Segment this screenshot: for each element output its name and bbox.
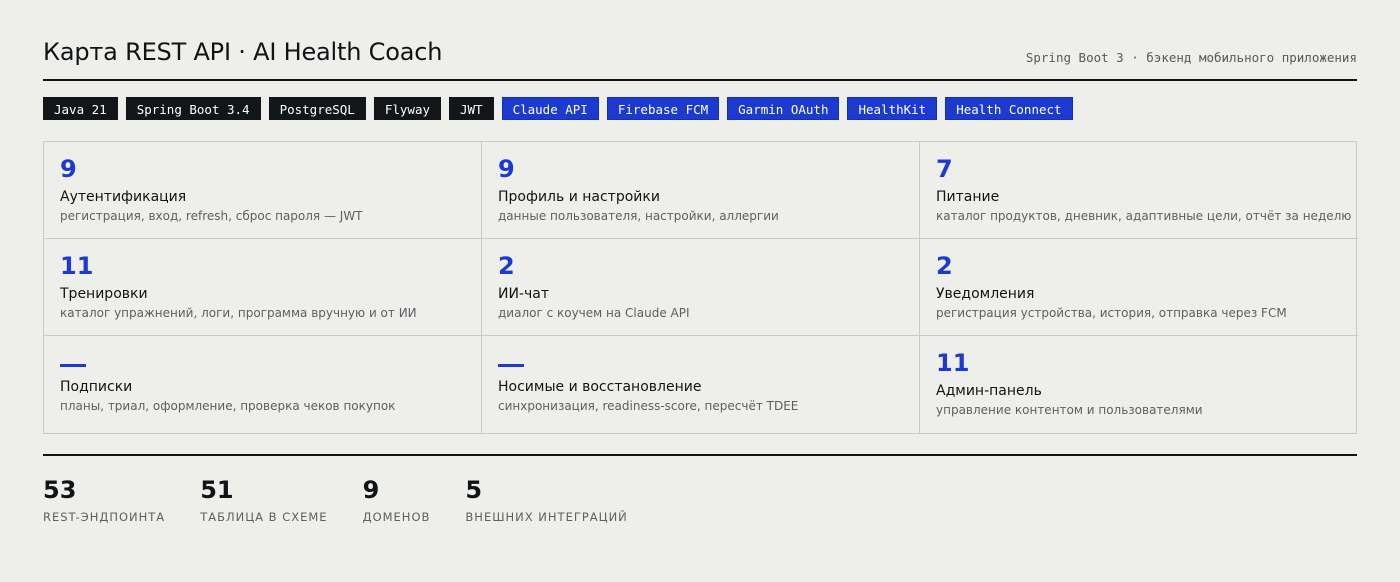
tag-healthkit: HealthKit <box>847 97 938 120</box>
endpoint-count: 2 <box>936 252 953 280</box>
stat-label: внешних интеграций <box>465 510 628 524</box>
domain-title: Тренировки <box>60 286 148 302</box>
pending-count-dash <box>498 364 524 367</box>
domain-description: планы, триал, оформление, проверка чеков… <box>60 399 396 413</box>
stat-tables: 51 таблица в схеме <box>200 476 327 524</box>
stat-label: доменов <box>362 510 431 524</box>
domain-title: Админ-панель <box>936 383 1042 399</box>
domain-card-admin: 11 Админ-панель управление контентом и п… <box>920 336 1358 433</box>
page-subtitle: Spring Boot 3 · бэкенд мобильного прилож… <box>1025 50 1357 65</box>
domain-description: диалог с коучем на Claude API <box>498 306 690 320</box>
domain-description: каталог продуктов, дневник, адаптивные ц… <box>936 209 1352 223</box>
stat-domains: 9 доменов <box>363 476 431 524</box>
domain-title: Носимые и восстановление <box>498 379 702 395</box>
domain-description: синхронизация, readiness-score, пересчёт… <box>498 399 799 413</box>
domain-title: ИИ-чат <box>498 286 550 302</box>
domain-description: регистрация устройства, история, отправк… <box>936 306 1287 320</box>
tech-tags: Java 21 Spring Boot 3.4 PostgreSQL Flywa… <box>43 97 1357 120</box>
stat-label: таблица в схеме <box>200 510 328 524</box>
api-map-page: Карта REST API · AI Health Coach Spring … <box>0 0 1400 582</box>
domain-title: Подписки <box>60 379 133 395</box>
domain-card-wearables: Носимые и восстановление синхронизация, … <box>482 336 920 433</box>
stat-value: 9 <box>362 476 380 504</box>
domain-title: Профиль и настройки <box>498 189 660 205</box>
endpoint-count: 9 <box>60 155 77 183</box>
domain-card-profile: 9 Профиль и настройки данные пользовател… <box>482 142 920 239</box>
stat-value: 5 <box>465 476 483 504</box>
domain-description: данные пользователя, настройки, аллергии <box>498 209 779 223</box>
page-title: Карта REST API · AI Health Coach <box>43 38 443 66</box>
endpoint-count: 7 <box>936 155 953 183</box>
domain-grid: 9 Аутентификация регистрация, вход, refr… <box>43 141 1358 434</box>
tag-postgresql: PostgreSQL <box>268 97 366 120</box>
tag-garmin-oauth: Garmin OAuth <box>727 97 840 120</box>
stat-value: 53 <box>43 476 77 504</box>
endpoint-count: 11 <box>60 252 94 280</box>
tag-jwt: JWT <box>449 97 494 120</box>
domain-card-subscriptions: Подписки планы, триал, оформление, прове… <box>44 336 482 433</box>
domain-description: управление контентом и пользователями <box>936 403 1203 417</box>
tag-health-connect: Health Connect <box>945 97 1073 120</box>
endpoint-count: 11 <box>936 349 970 377</box>
tag-flyway: Flyway <box>373 97 441 120</box>
domain-title: Аутентификация <box>60 189 187 205</box>
endpoint-count: 2 <box>498 252 515 280</box>
header: Карта REST API · AI Health Coach Spring … <box>43 0 1357 81</box>
domain-card-workouts: 11 Тренировки каталог упражнений, логи, … <box>44 239 482 336</box>
domain-card-notifications: 2 Уведомления регистрация устройства, ис… <box>920 239 1358 336</box>
domain-title: Уведомления <box>936 286 1035 302</box>
tag-claude-api: Claude API <box>501 97 599 120</box>
summary-divider <box>43 454 1357 456</box>
domain-description: регистрация, вход, refresh, сброс пароля… <box>60 209 363 223</box>
tag-firebase-fcm: Firebase FCM <box>606 97 720 120</box>
domain-card-auth: 9 Аутентификация регистрация, вход, refr… <box>44 142 482 239</box>
tag-java: Java 21 <box>43 97 118 120</box>
tag-spring-boot: Spring Boot 3.4 <box>125 97 261 120</box>
stat-label: REST-эндпоинта <box>43 510 166 524</box>
domain-card-ai-chat: 2 ИИ-чат диалог с коучем на Claude API <box>482 239 920 336</box>
summary-stats: 53 REST-эндпоинта 51 таблица в схеме 9 д… <box>43 476 1357 524</box>
domain-description: каталог упражнений, логи, программа вруч… <box>60 306 417 320</box>
domain-title: Питание <box>936 189 1000 205</box>
domain-card-nutrition: 7 Питание каталог продуктов, дневник, ад… <box>920 142 1358 239</box>
stat-integrations: 5 внешних интеграций <box>465 476 627 524</box>
stat-value: 51 <box>200 476 234 504</box>
pending-count-dash <box>60 364 86 367</box>
stat-endpoints: 53 REST-эндпоинта <box>43 476 165 524</box>
endpoint-count: 9 <box>498 155 515 183</box>
